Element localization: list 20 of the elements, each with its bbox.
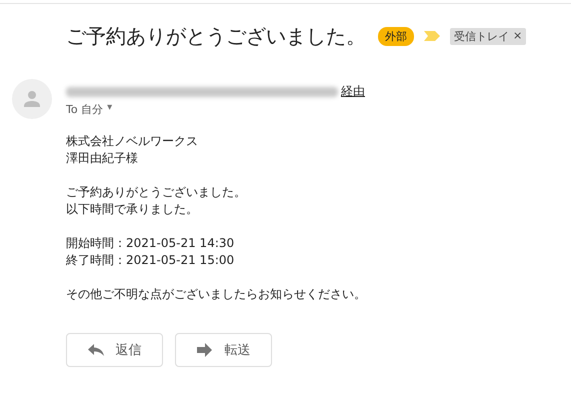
avatar-icon [12,79,52,119]
body-text-line: 以下時間で承りました。 [66,201,199,218]
body-text-line: 株式会社ノベルワークス [66,133,199,150]
body-text-line: 澤田由紀子様 [66,150,139,167]
recipient-text: To 自分 [66,102,104,117]
forward-button[interactable]: 転送 [175,333,272,367]
via-link[interactable]: 経由 [341,83,365,100]
email-subject: ご予約ありがとうございました。 [66,22,366,50]
reply-icon [88,343,104,357]
label-text: 受信トレイ [454,28,509,44]
body-text-line: 開始時間：2021-05-21 14:30 [66,235,236,252]
body-text-line: ご予約ありがとうございました。 [66,184,247,201]
body-text-line: その他ご不明な点がございましたらお知らせください。 [66,286,367,303]
reply-button[interactable]: 返信 [66,333,163,367]
recipient-details-button[interactable]: ▾ [107,102,112,117]
external-badge: 外部 [378,26,414,46]
importance-marker-icon[interactable] [424,31,440,41]
forward-icon [196,343,212,357]
body-text-line: 終了時間：2021-05-21 15:00 [66,252,236,269]
remove-label-button[interactable]: × [513,28,522,44]
